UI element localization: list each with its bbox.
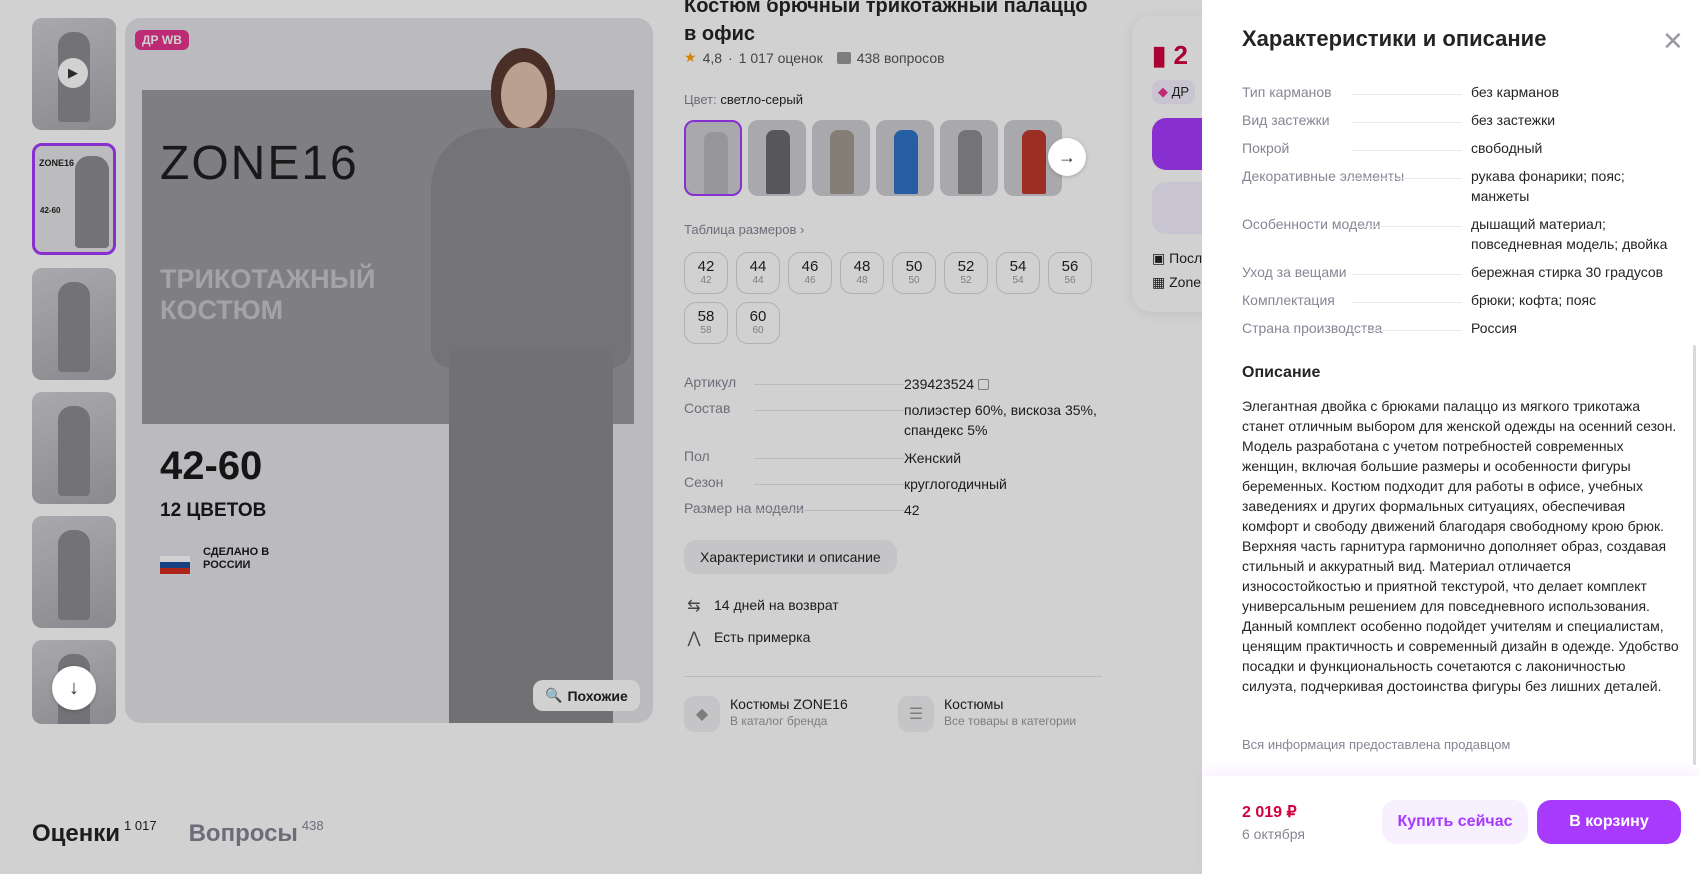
drawer-scrollbar[interactable] xyxy=(1693,345,1696,765)
drawer-spec-key: Комплектация xyxy=(1242,292,1335,308)
drawer-spec-value: брюки; кофта; пояс xyxy=(1471,292,1597,308)
drawer-spec-value: Россия xyxy=(1471,320,1517,336)
drawer-spec-dots xyxy=(1352,94,1462,95)
drawer-footer: 2 019 ₽ 6 октября Купить сейчас В корзин… xyxy=(1202,776,1700,874)
seller-note: Вся информация предоставлена продавцом xyxy=(1242,737,1511,752)
drawer-spec-key: Вид застежки xyxy=(1242,112,1330,128)
drawer-spec-key: Страна производства xyxy=(1242,320,1383,336)
drawer-spec-key: Декоративные элементы xyxy=(1242,168,1405,184)
add-to-cart-button[interactable]: В корзину xyxy=(1537,800,1681,844)
drawer-spec-key: Покрой xyxy=(1242,140,1290,156)
arrow-down-icon[interactable]: ↓ xyxy=(52,666,96,710)
characteristics-drawer: Характеристики и описание ✕ Тип карманов… xyxy=(1202,0,1700,874)
drawer-spec-dots xyxy=(1352,150,1462,151)
drawer-spec-value: рукава фонарики; пояс; манжеты xyxy=(1471,168,1625,204)
drawer-spec-key: Особенности модели xyxy=(1242,216,1381,232)
drawer-spec-dots xyxy=(1352,302,1462,303)
drawer-spec-value: без карманов xyxy=(1471,84,1560,100)
drawer-spec-value: бережная стирка 30 градусов xyxy=(1471,264,1664,280)
drawer-spec-dots xyxy=(1352,122,1462,123)
drawer-spec-dots xyxy=(1352,330,1462,331)
footer-price: 2 019 ₽ xyxy=(1242,804,1297,821)
drawer-spec-key: Уход за вещами xyxy=(1242,264,1347,280)
description-heading: Описание xyxy=(1242,364,1321,381)
drawer-spec-value: дышащий материал; повседневная модель; д… xyxy=(1471,216,1668,252)
chevron-right-icon[interactable]: → xyxy=(1048,138,1086,176)
drawer-spec-dots xyxy=(1352,178,1462,179)
drawer-spec-dots xyxy=(1352,226,1462,227)
drawer-spec-value: без застежки xyxy=(1471,112,1556,128)
drawer-spec-value: свободный xyxy=(1471,140,1543,156)
drawer-title: Характеристики и описание xyxy=(1242,26,1547,51)
delivery-date: 6 октября xyxy=(1242,826,1305,842)
drawer-spec-key: Тип карманов xyxy=(1242,84,1332,100)
drawer-spec-dots xyxy=(1352,274,1462,275)
description-text: Элегантная двойка с брюками палаццо из м… xyxy=(1242,398,1679,694)
close-icon[interactable]: ✕ xyxy=(1662,28,1684,54)
buy-now-button[interactable]: Купить сейчас xyxy=(1382,800,1528,844)
